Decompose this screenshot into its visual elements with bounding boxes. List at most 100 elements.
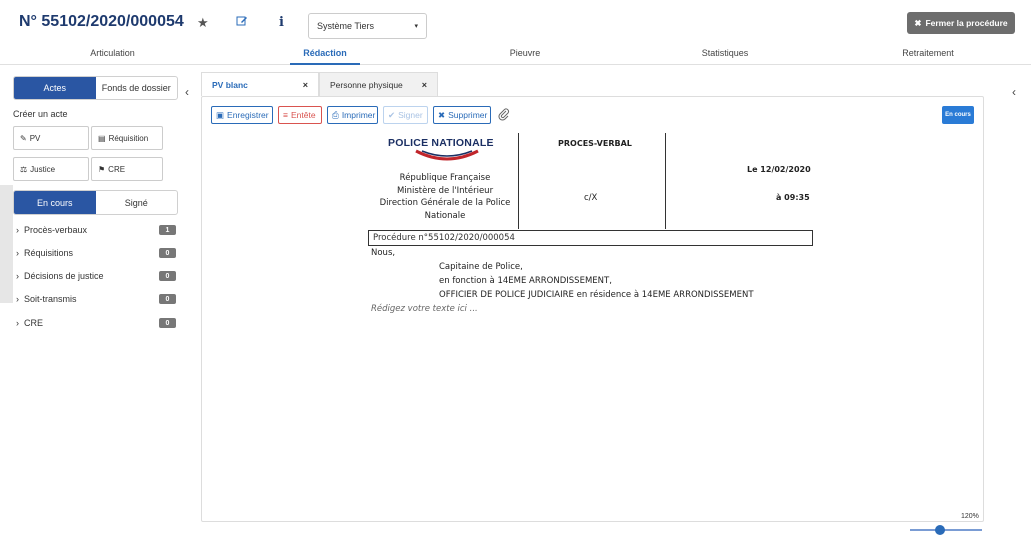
doc-tab-personne-physique[interactable]: Personne physique × (319, 72, 438, 96)
zoom-slider-track[interactable] (910, 529, 982, 531)
paperclip-icon[interactable] (498, 108, 510, 124)
delete-button[interactable]: ✖ Supprimer (433, 106, 491, 124)
create-cre-button[interactable]: ⚑ CRE (91, 157, 163, 181)
save-button[interactable]: ▣ Enregistrer (211, 106, 273, 124)
check-icon: ✔ (388, 109, 396, 120)
officer-line-1: Capitaine de Police, (439, 262, 523, 272)
print-button[interactable]: ⎙ Imprimer (327, 106, 378, 124)
collapse-left-icon[interactable]: ‹ (185, 85, 189, 99)
collapse-right-icon[interactable]: ‹ (1012, 85, 1016, 99)
create-justice-button[interactable]: ⚖ Justice (13, 157, 89, 181)
flag-icon: ⚑ (98, 164, 106, 174)
police-nationale-logo: POLICE NATIONALE (388, 137, 494, 149)
category-label: Soit-transmis (24, 294, 77, 304)
tiers-select-value: Système Tiers (317, 21, 375, 31)
officer-line-2: en fonction à 14EME ARRONDISSEMENT, (439, 276, 612, 286)
create-pv-button[interactable]: ✎ PV (13, 126, 89, 150)
category-label: Procès-verbaux (24, 225, 88, 235)
filter-en-cours[interactable]: En cours (14, 191, 96, 214)
category-requisitions[interactable]: › Réquisitions 0 (16, 246, 176, 260)
procedure-box: Procédure n°55102/2020/000054 (368, 230, 813, 246)
logo-swoosh (414, 149, 480, 165)
cx-text: c/X (584, 193, 598, 203)
status-switch: En cours Signé (13, 190, 178, 215)
count-badge: 0 (159, 294, 176, 304)
count-badge: 1 (159, 225, 176, 235)
close-procedure-label: Fermer la procédure (925, 18, 1008, 28)
pv-label: PV (29, 133, 41, 143)
star-icon[interactable]: ★ (197, 15, 209, 31)
close-procedure-button[interactable]: ✖ Fermer la procédure (907, 12, 1015, 34)
creer-acte-label: Créer un acte (13, 109, 68, 119)
procedure-title: N° 55102/2020/000054 (19, 13, 184, 30)
header-label: Entête (290, 110, 316, 120)
category-proces-verbaux[interactable]: › Procès-verbaux 1 (16, 223, 176, 237)
requisition-label: Réquisition (108, 133, 149, 143)
chevron-right-icon: › (16, 225, 19, 235)
text-editor-placeholder[interactable]: Rédigez votre texte ici ... (371, 304, 478, 314)
tab-retraitement[interactable]: Retraitement (825, 45, 1031, 64)
justice-label: Justice (30, 164, 56, 174)
tab-statistiques[interactable]: Statistiques (625, 45, 825, 64)
tab-fonds-de-dossier[interactable]: Fonds de dossier (96, 77, 178, 99)
create-requisition-button[interactable]: ▤ Réquisition (91, 126, 163, 150)
printer-icon: ⎙ (332, 109, 339, 120)
chevron-right-icon: › (16, 271, 19, 281)
category-label: Décisions de justice (24, 271, 104, 281)
caret-down-icon: ▾ (414, 23, 418, 30)
close-tab-icon[interactable]: × (303, 80, 308, 90)
edit-icon[interactable] (236, 15, 248, 30)
floppy-icon: ▣ (216, 109, 225, 120)
category-soit-transmis[interactable]: › Soit-transmis 0 (16, 292, 176, 306)
direction-text: Direction Générale de la Police (379, 198, 511, 208)
count-badge: 0 (159, 271, 176, 281)
info-icon[interactable]: i (279, 15, 284, 30)
date-text: Le 12/02/2020 (747, 165, 811, 174)
document-icon: ▤ (98, 133, 106, 143)
time-text: à 09:35 (776, 193, 810, 202)
close-tab-icon[interactable]: × (422, 80, 427, 90)
nous-text: Nous, (371, 248, 396, 258)
top-tabs: Articulation Rédaction Pieuvre Statistiq… (0, 45, 1031, 65)
chevron-right-icon: › (16, 248, 19, 258)
officer-line-3: OFFICIER DE POLICE JUDICIAIRE en résiden… (439, 290, 754, 300)
print-label: Imprimer (341, 110, 376, 120)
cre-label: CRE (108, 164, 126, 174)
zoom-level: 120% (961, 513, 979, 520)
filter-signe[interactable]: Signé (96, 191, 178, 214)
chevron-right-icon: › (16, 294, 19, 304)
doc-divider (518, 133, 519, 229)
doc-tab-label: Personne physique (330, 79, 403, 90)
doc-tab-pv-blanc[interactable]: PV blanc × (201, 72, 319, 96)
tab-actes[interactable]: Actes (14, 77, 96, 99)
ministere-text: Ministère de l'Intérieur (396, 185, 494, 196)
nationale-text: Nationale (424, 210, 466, 221)
sign-label: Signer (398, 110, 423, 120)
tiers-select[interactable]: Système Tiers ▾ (308, 13, 427, 39)
doc-divider (665, 133, 666, 229)
tab-pieuvre[interactable]: Pieuvre (425, 45, 625, 64)
delete-label: Supprimer (448, 110, 488, 120)
document-frame (201, 96, 984, 522)
x-icon: ✖ (438, 109, 446, 120)
save-label: Enregistrer (227, 110, 269, 120)
category-decisions-justice[interactable]: › Décisions de justice 0 (16, 269, 176, 283)
count-badge: 0 (159, 248, 176, 258)
republique-text: République Française (399, 173, 491, 183)
category-cre[interactable]: › CRE 0 (16, 316, 176, 330)
sign-button[interactable]: ✔ Signer (383, 106, 428, 124)
issuer-block: République Française Ministère de l'Inté… (375, 172, 515, 222)
chevron-right-icon: › (16, 318, 19, 328)
tab-articulation[interactable]: Articulation (0, 45, 225, 64)
header-button[interactable]: ≡ Entête (278, 106, 322, 124)
category-label: CRE (24, 318, 44, 328)
doc-tab-label: PV blanc (212, 79, 248, 90)
tab-redaction[interactable]: Rédaction (225, 45, 425, 65)
list-icon: ≡ (283, 110, 288, 120)
count-badge: 0 (159, 318, 176, 328)
zoom-slider-handle[interactable] (935, 525, 945, 535)
close-icon: ✖ (914, 17, 922, 28)
doc-header-title: PROCES-VERBAL (558, 139, 632, 148)
status-badge: En cours (942, 106, 974, 124)
actes-fonds-switch: Actes Fonds de dossier (13, 76, 178, 100)
